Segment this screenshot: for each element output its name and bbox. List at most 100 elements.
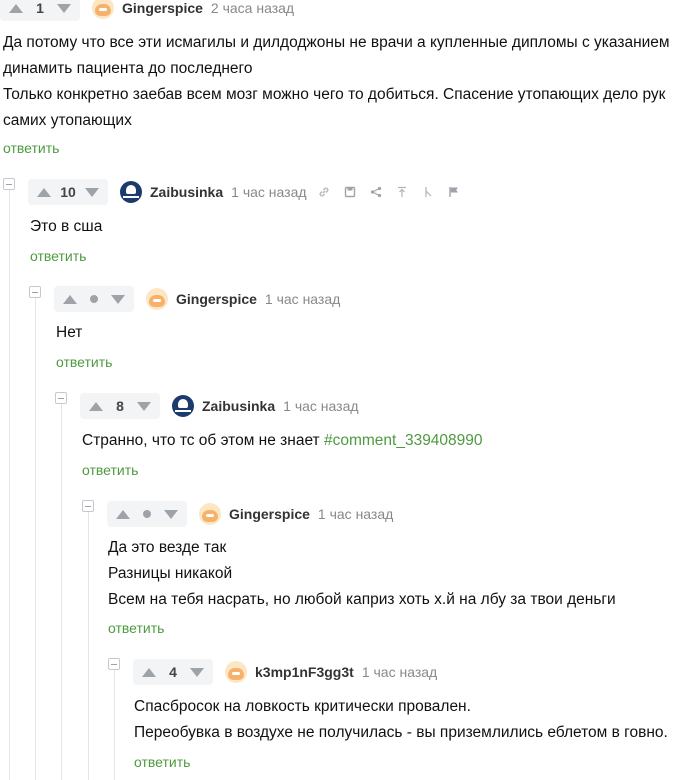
- comment-line: Нет: [56, 324, 83, 341]
- author-name[interactable]: Zaibusinka: [150, 184, 223, 200]
- upvote-button[interactable]: [32, 181, 56, 203]
- downvote-button[interactable]: [159, 503, 183, 525]
- comment-body: Странно, что тс об этом не знает #commen…: [82, 428, 483, 454]
- comment-time[interactable]: 2 часа назад: [211, 0, 294, 16]
- comment-anchor-link[interactable]: #comment_339408990: [324, 432, 483, 449]
- comment-time[interactable]: 1 час назад: [265, 291, 340, 307]
- vote-count: 4: [169, 664, 177, 680]
- comment-tools: [317, 185, 461, 199]
- comment-body: Спасбросок на ловкость критически провал…: [134, 694, 668, 746]
- vote-block: [54, 286, 134, 312]
- comment-body: Да потому что все эти исмагилы и дилдодж…: [3, 30, 670, 134]
- comment-header: 8 Zaibusinka 1 час назад: [80, 393, 359, 419]
- upvote-icon: [37, 187, 51, 197]
- thread-line: [61, 404, 62, 780]
- collapse-thread-button[interactable]: [29, 286, 41, 298]
- author-name[interactable]: k3mp1nF3gg3t: [255, 664, 354, 680]
- vote-block: 8: [80, 393, 160, 419]
- link-icon[interactable]: [317, 185, 331, 199]
- downvote-button[interactable]: [106, 288, 130, 310]
- comment-line: Переобувка в воздухе не получилась - вы …: [134, 724, 668, 741]
- vote-hidden-dot: [135, 510, 159, 518]
- downvote-icon: [190, 667, 204, 677]
- comment-line: Это в сша: [30, 218, 103, 235]
- collapse-thread-button[interactable]: [55, 392, 67, 404]
- comment-line: Всем на тебя насрать, но любой каприз хо…: [108, 591, 616, 608]
- avatar[interactable]: [146, 288, 168, 310]
- upvote-button[interactable]: [84, 395, 108, 417]
- upvote-button[interactable]: [58, 288, 82, 310]
- comment-line: самих утопающих: [3, 112, 132, 129]
- flag-icon[interactable]: [447, 185, 461, 199]
- avatar[interactable]: [172, 395, 194, 417]
- author-name[interactable]: Gingerspice: [176, 291, 257, 307]
- branch-icon[interactable]: [421, 185, 435, 199]
- avatar[interactable]: [225, 661, 247, 683]
- comment-line: Да потому что все эти исмагилы и дилдодж…: [3, 34, 670, 51]
- reply-link[interactable]: ответить: [134, 754, 190, 770]
- downvote-icon: [57, 3, 71, 13]
- comment-time[interactable]: 1 час назад: [318, 506, 393, 522]
- vote-block: 1: [0, 0, 80, 21]
- thread-line: [9, 190, 10, 780]
- arrow-up-icon[interactable]: [395, 185, 409, 199]
- upvote-button[interactable]: [111, 503, 135, 525]
- vote-hidden-dot: [82, 295, 106, 303]
- comment-header: Gingerspice 1 час назад: [107, 501, 393, 527]
- comment-time[interactable]: 1 час назад: [283, 398, 358, 414]
- downvote-icon: [85, 187, 99, 197]
- comment-line: Да это везде так: [108, 539, 227, 556]
- upvote-button[interactable]: [4, 0, 28, 19]
- upvote-icon: [142, 667, 156, 677]
- author-name[interactable]: Gingerspice: [229, 506, 310, 522]
- comment-time[interactable]: 1 час назад: [231, 184, 306, 200]
- comment-text: Странно, что тс об этом не знает: [82, 432, 324, 449]
- vote-block: 4: [133, 659, 213, 685]
- avatar[interactable]: [120, 181, 142, 203]
- downvote-button[interactable]: [52, 0, 76, 19]
- comment-time[interactable]: 1 час назад: [362, 664, 437, 680]
- reply-link[interactable]: ответить: [56, 354, 112, 370]
- reply-link[interactable]: ответить: [30, 248, 86, 264]
- downvote-icon: [111, 294, 125, 304]
- vote-block: [107, 501, 187, 527]
- vote-block: 10: [28, 179, 108, 205]
- upvote-icon: [9, 3, 23, 13]
- comment-line: динамить пациента до последнего: [3, 60, 253, 77]
- author-name[interactable]: Gingerspice: [122, 0, 203, 16]
- vote-count: 1: [36, 0, 44, 16]
- collapse-thread-button[interactable]: [108, 658, 120, 670]
- vote-count: 10: [60, 184, 76, 200]
- comment-body: Да это везде так Разницы никакой Всем на…: [108, 535, 616, 613]
- downvote-icon: [137, 401, 151, 411]
- avatar[interactable]: [199, 503, 221, 525]
- comment-header: 4 k3mp1nF3gg3t 1 час назад: [133, 659, 437, 685]
- comment-body: Нет: [56, 320, 82, 346]
- reply-link[interactable]: ответить: [82, 462, 138, 478]
- collapse-thread-button[interactable]: [82, 500, 94, 512]
- upvote-button[interactable]: [137, 661, 161, 683]
- comment-header: 1 Gingerspice 2 часа назад: [0, 0, 294, 21]
- upvote-icon: [63, 294, 77, 304]
- reply-link[interactable]: ответить: [108, 620, 164, 636]
- upvote-icon: [116, 509, 130, 519]
- save-icon[interactable]: [343, 185, 357, 199]
- comment-line: Разницы никакой: [108, 565, 233, 582]
- comment-header: 10 Zaibusinka 1 час назад: [28, 179, 461, 205]
- downvote-button[interactable]: [185, 661, 209, 683]
- comment-line: Только конкретно заебав всем мозг можно …: [3, 86, 666, 103]
- downvote-button[interactable]: [80, 181, 104, 203]
- comment-header: Gingerspice 1 час назад: [54, 286, 340, 312]
- avatar[interactable]: [92, 0, 114, 19]
- author-name[interactable]: Zaibusinka: [202, 398, 275, 414]
- comment-line: Странно, что тс об этом не знает #commen…: [82, 428, 483, 454]
- thread-line: [35, 298, 36, 780]
- thread-line: [88, 512, 89, 780]
- share-icon[interactable]: [369, 185, 383, 199]
- vote-count: 8: [116, 398, 124, 414]
- reply-link[interactable]: ответить: [3, 140, 59, 156]
- downvote-icon: [164, 509, 178, 519]
- collapse-thread-button[interactable]: [3, 178, 15, 190]
- comment-line: Спасбросок на ловкость критически провал…: [134, 698, 471, 715]
- downvote-button[interactable]: [132, 395, 156, 417]
